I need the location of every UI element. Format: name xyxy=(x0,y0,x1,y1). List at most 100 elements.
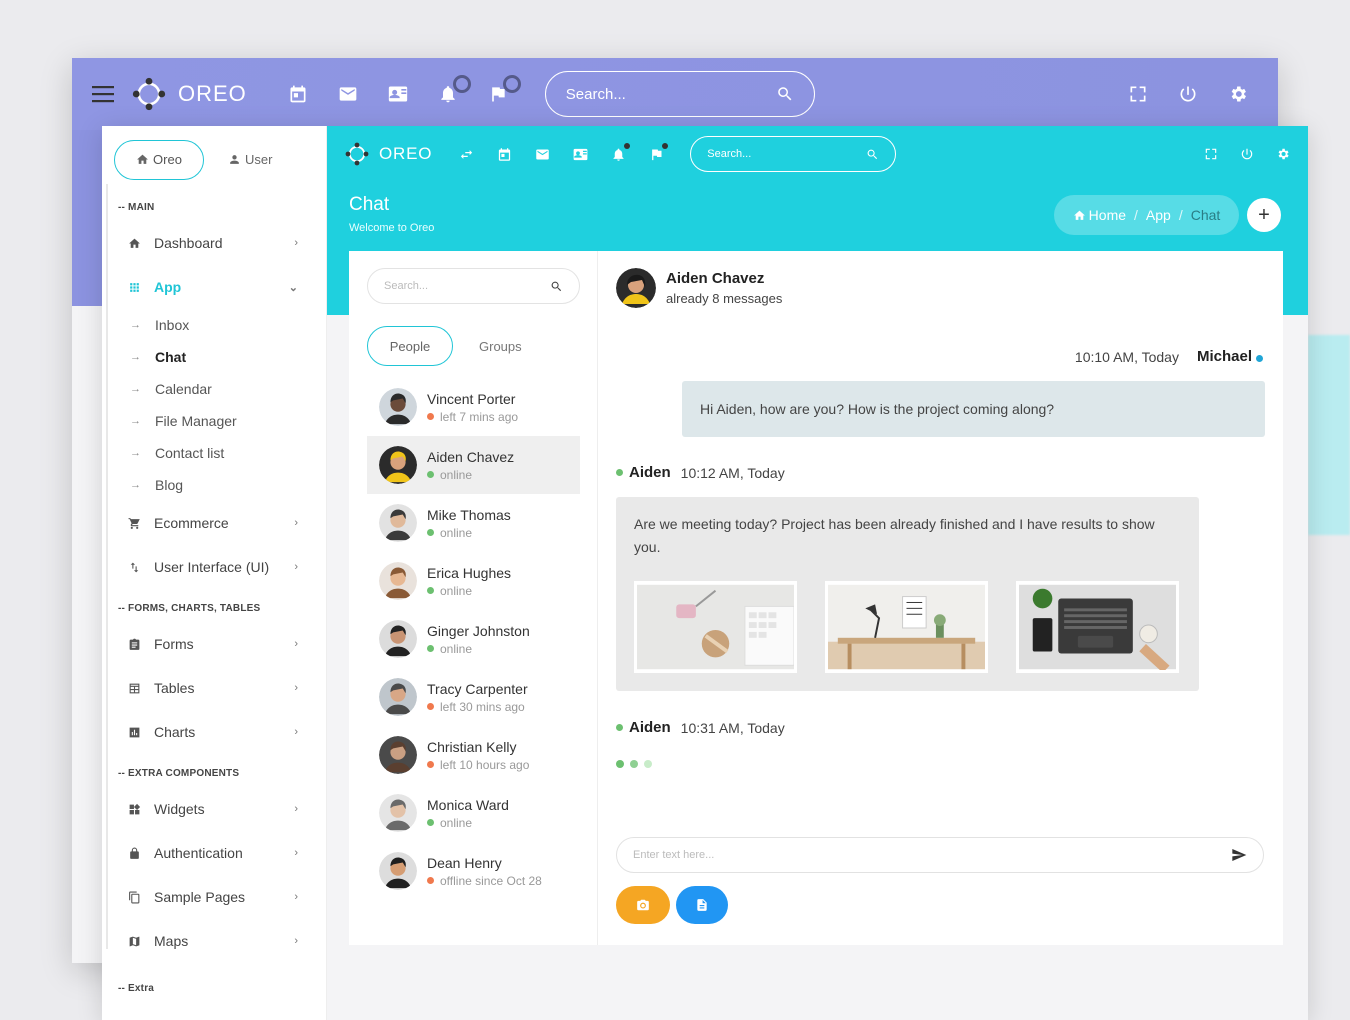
hamburger-icon[interactable] xyxy=(92,85,114,103)
bg-search-input[interactable]: Search... xyxy=(544,71,815,117)
calendar-icon[interactable] xyxy=(287,83,309,105)
sidebar-item-charts[interactable]: Charts › xyxy=(102,710,326,754)
list-item[interactable]: Mike Thomas online xyxy=(367,494,580,552)
sidebar-item-maps[interactable]: Maps › xyxy=(102,919,326,963)
message-input[interactable]: Enter text here... xyxy=(616,837,1264,873)
list-item[interactable]: Tracy Carpenter left 30 mins ago xyxy=(367,668,580,726)
person-name: Monica Ward xyxy=(427,796,509,813)
person-name: Erica Hughes xyxy=(427,564,512,581)
list-item[interactable]: Erica Hughes online xyxy=(367,552,580,610)
person-status-text: online xyxy=(440,815,473,830)
list-item[interactable]: Ginger Johnston online xyxy=(367,610,580,668)
avatar xyxy=(379,678,417,716)
sidebar-sub-contact-list[interactable]: → Contact list xyxy=(102,437,326,469)
section-title-extra-components: -- EXTRA COMPONENTS xyxy=(118,768,240,779)
sidebar-sub-chat[interactable]: → Chat xyxy=(102,341,326,373)
chevron-right-icon: › xyxy=(294,847,298,859)
add-button[interactable]: + xyxy=(1247,198,1281,232)
sidebar-item-ui[interactable]: User Interface (UI) › xyxy=(102,545,326,589)
message-meta: Aiden 10:31 AM, Today xyxy=(616,719,785,736)
tab-user[interactable]: User xyxy=(228,152,272,167)
mail-icon[interactable] xyxy=(534,146,550,162)
sidebar-item-forms[interactable]: Forms › xyxy=(102,622,326,666)
list-item[interactable]: Vincent Porter left 7 mins ago xyxy=(367,378,580,436)
bell-icon[interactable] xyxy=(437,75,471,105)
sidebar-item-widgets[interactable]: Widgets › xyxy=(102,787,326,831)
list-item[interactable]: Monica Ward online xyxy=(367,784,580,842)
avatar[interactable] xyxy=(616,268,656,308)
person-status-text: online xyxy=(440,525,473,540)
breadcrumb-app[interactable]: App xyxy=(1146,207,1171,223)
status-dot xyxy=(427,703,434,710)
fullscreen-icon[interactable] xyxy=(1204,147,1218,161)
main-content: OREO Search... Chat Welcome to Oreo Home… xyxy=(327,126,1308,1020)
photo-laptop xyxy=(1019,584,1176,670)
sidebar-sub-blog[interactable]: → Blog xyxy=(102,469,326,501)
sidebar-item-dashboard[interactable]: Dashboard › xyxy=(102,221,326,265)
mail-icon[interactable] xyxy=(337,83,359,105)
sidebar-item-sample-pages[interactable]: Sample Pages › xyxy=(102,875,326,919)
tab-groups[interactable]: Groups xyxy=(479,339,522,354)
sidebar-item-app[interactable]: App ⌄ xyxy=(102,265,326,309)
sidebar-sub-inbox[interactable]: → Inbox xyxy=(102,309,326,341)
list-item[interactable]: Dean Henry offline since Oct 28 xyxy=(367,842,580,900)
top-brand[interactable]: OREO xyxy=(345,142,432,166)
people-panel: Search... People Groups Vincent Porter le… xyxy=(349,251,598,945)
bg-brand[interactable]: OREO xyxy=(132,77,247,111)
calendar-icon[interactable] xyxy=(496,146,512,162)
attachment-image[interactable] xyxy=(825,581,988,673)
sidebar: Oreo User -- MAIN Dashboard › App ⌄ → Inb… xyxy=(102,126,327,1020)
flag-icon[interactable] xyxy=(487,75,521,105)
tab-people[interactable]: People xyxy=(367,326,453,366)
person-status: online xyxy=(427,468,514,482)
breadcrumb-separator: / xyxy=(1134,207,1138,223)
list-item[interactable]: Aiden Chavez online xyxy=(367,436,580,494)
attachment-image[interactable] xyxy=(1016,581,1179,673)
gear-icon[interactable] xyxy=(1228,84,1248,104)
status-dot xyxy=(427,471,434,478)
home-icon xyxy=(137,154,148,164)
send-icon[interactable] xyxy=(1231,847,1247,863)
power-icon[interactable] xyxy=(1178,84,1198,104)
bell-icon[interactable] xyxy=(610,143,631,162)
swap-arrows-icon[interactable] xyxy=(458,146,474,162)
person-status: offline since Oct 28 xyxy=(427,874,542,888)
breadcrumb-home[interactable]: Home xyxy=(1073,207,1126,223)
person-status: online xyxy=(427,526,511,540)
status-dot xyxy=(427,587,434,594)
list-item[interactable]: Christian Kelly left 10 hours ago xyxy=(367,726,580,784)
attach-document-button[interactable] xyxy=(676,886,728,924)
sidebar-scrollbar[interactable] xyxy=(106,184,108,949)
contacts-icon[interactable] xyxy=(572,146,588,162)
person-name: Tracy Carpenter xyxy=(427,680,528,697)
sidebar-item-label: Widgets xyxy=(154,801,205,817)
sidebar-item-tables[interactable]: Tables › xyxy=(102,666,326,710)
attachment-image[interactable] xyxy=(634,581,797,673)
power-icon[interactable] xyxy=(1240,147,1254,161)
search-icon xyxy=(778,87,792,101)
people-search-input[interactable]: Search... xyxy=(367,268,580,304)
sidebar-sub-file-manager[interactable]: → File Manager xyxy=(102,405,326,437)
contacts-icon[interactable] xyxy=(387,83,409,105)
gear-icon[interactable] xyxy=(1276,147,1290,161)
sidebar-item-label: App xyxy=(154,279,182,295)
conversation-header: Aiden Chavez already 8 messages xyxy=(616,268,782,308)
camera-button[interactable] xyxy=(616,886,670,924)
oreo-logo-icon xyxy=(132,77,166,111)
person-status-text: online xyxy=(440,641,473,656)
status-dot xyxy=(616,469,623,476)
message-author: Michael xyxy=(1196,348,1252,365)
camera-icon xyxy=(637,899,649,911)
chevron-right-icon: › xyxy=(294,561,298,573)
tab-oreo[interactable]: Oreo xyxy=(114,139,204,180)
flag-icon[interactable] xyxy=(648,143,669,162)
sidebar-item-authentication[interactable]: Authentication › xyxy=(102,831,326,875)
chevron-down-icon: ⌄ xyxy=(288,281,298,294)
sidebar-item-ecommerce[interactable]: Ecommerce › xyxy=(102,501,326,545)
fullscreen-icon[interactable] xyxy=(1128,84,1148,104)
page-subtitle: Welcome to Oreo xyxy=(349,222,435,234)
message-text: Are we meeting today? Project has been a… xyxy=(634,516,1155,555)
chevron-right-icon: › xyxy=(294,803,298,815)
top-search-input[interactable]: Search... xyxy=(690,136,897,172)
sidebar-sub-calendar[interactable]: → Calendar xyxy=(102,373,326,405)
